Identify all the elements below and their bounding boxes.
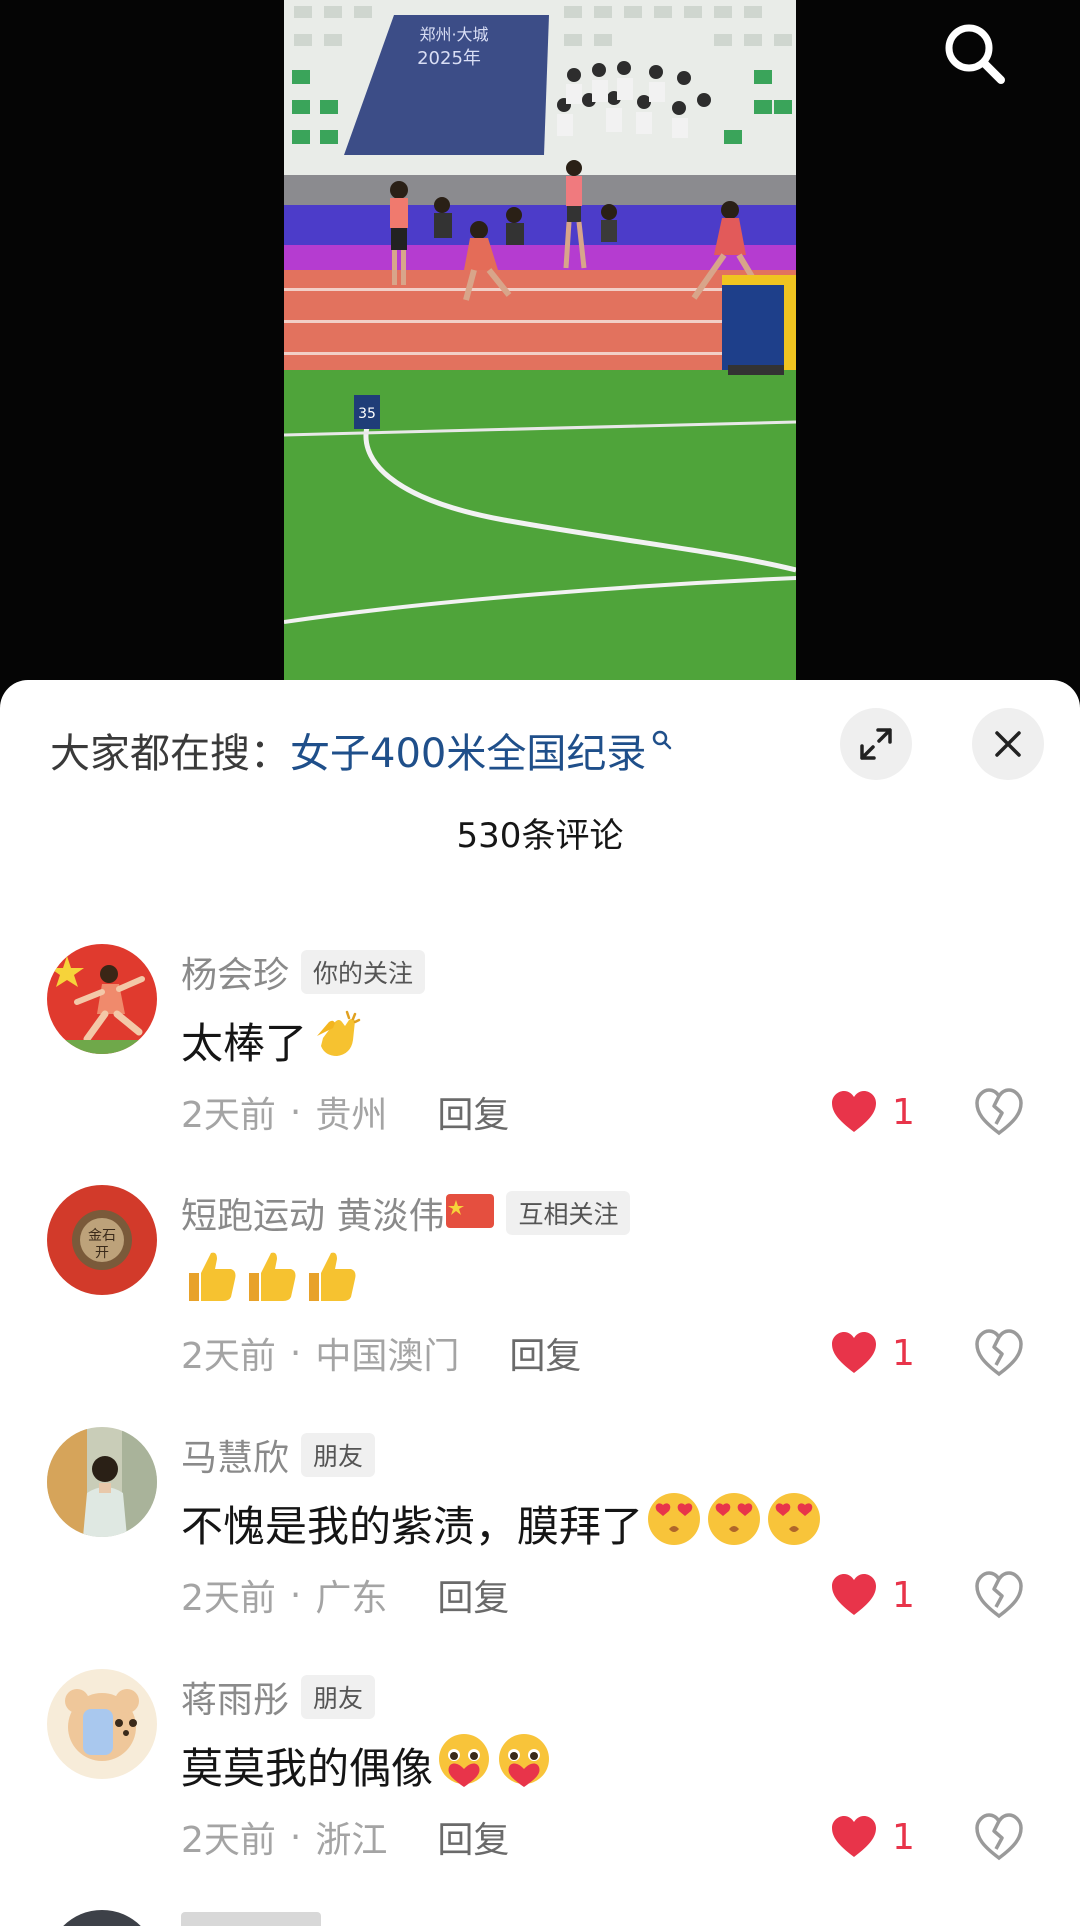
username[interactable]: 杨会珍 (181, 946, 289, 998)
thumbs-up-emoji (303, 1247, 361, 1315)
relationship-badge: 你的关注 (301, 950, 426, 994)
relationship-badge: 朋友 (301, 1433, 376, 1477)
avatar[interactable] (47, 1910, 157, 1926)
trending-search-icon (650, 716, 674, 762)
username[interactable]: 蒋雨彤 (181, 1671, 289, 1723)
heart-icon (832, 1574, 876, 1615)
broken-heart-icon (975, 1329, 1023, 1377)
dislike-button[interactable] (973, 1327, 1025, 1379)
avatar[interactable] (47, 944, 157, 1054)
broken-heart-icon (975, 1088, 1023, 1136)
comment-location: 浙江 (315, 1820, 388, 1861)
comment-count: 530条评论 (456, 816, 624, 856)
comment-text (181, 1251, 361, 1311)
like-count: 1 (892, 1816, 915, 1858)
reply-button[interactable]: 回复 (437, 1811, 509, 1863)
trending-search[interactable]: 大家都在搜： 女子400米全国纪录 (50, 720, 674, 780)
comment-time: 2天前 (181, 1095, 276, 1136)
comment-location: 贵州 (315, 1095, 388, 1136)
banner-text-1: 郑州·大城 (419, 25, 488, 44)
thumbs-up-emoji (183, 1247, 241, 1315)
comment-sheet: 大家都在搜： 女子400米全国纪录 530条评论 杨会珍 你的关注 太棒了 2天… (0, 680, 1080, 1926)
close-icon (995, 731, 1021, 757)
username[interactable]: 短跑运动 黄淡伟 (181, 1187, 444, 1239)
comment-text-content: 太棒了 (181, 1018, 308, 1068)
comment-time: 2天前 (181, 1820, 276, 1861)
like-count: 1 (892, 1091, 915, 1133)
comment-time: 2天前 (181, 1336, 276, 1377)
like-count: 1 (892, 1574, 915, 1616)
username[interactable]: 马慧欣 (181, 1429, 289, 1481)
heart-icon (832, 1332, 876, 1373)
separator-dot: · (289, 1574, 302, 1616)
comment-location: 广东 (315, 1578, 388, 1619)
separator-dot: · (289, 1091, 302, 1133)
comment-text-content: 莫莫我的偶像 (181, 1743, 434, 1793)
like-button[interactable]: 1 (830, 1569, 915, 1621)
pleading-heart-emoji (495, 1731, 553, 1799)
close-button[interactable] (972, 708, 1044, 780)
dislike-button[interactable] (973, 1086, 1025, 1138)
heart-icon (832, 1816, 876, 1857)
svg-text:开: 开 (95, 1245, 109, 1261)
comment-location: 中国澳门 (315, 1336, 460, 1377)
search-button[interactable] (935, 14, 1015, 94)
reply-button[interactable]: 回复 (509, 1327, 581, 1379)
heart-eyes-emoji (765, 1489, 823, 1557)
heart-icon (832, 1091, 876, 1132)
like-button[interactable]: 1 (830, 1811, 915, 1863)
pleading-heart-emoji (435, 1731, 493, 1799)
relationship-badge: 互相关注 (506, 1191, 631, 1235)
comment-text-content: 不愧是我的紫渍，膜拜了 (181, 1501, 644, 1551)
broken-heart-icon (975, 1571, 1023, 1619)
video-frame[interactable]: 郑州·大城 2025年 35 (284, 0, 796, 700)
reply-button[interactable]: 回复 (437, 1086, 509, 1138)
like-count: 1 (892, 1332, 915, 1374)
comment-time: 2天前 (181, 1578, 276, 1619)
comment-item: 马慧欣 朋友 不愧是我的紫渍，膜拜了 2天前 · 广东 回复 1 (0, 1427, 1080, 1667)
comment-item: 杨会珍 你的关注 太棒了 2天前 · 贵州 回复 1 (0, 944, 1080, 1184)
comment-text: 太棒了 (181, 1010, 363, 1070)
dislike-button[interactable] (973, 1569, 1025, 1621)
relationship-badge: 朋友 (301, 1675, 376, 1719)
comment-item: 金石 开 短跑运动 黄淡伟 互相关注 2天前 · 中国澳门 回复 1 (0, 1185, 1080, 1425)
comment-text: 莫莫我的偶像 (181, 1734, 553, 1795)
trending-term-link[interactable]: 女子400米全国纪录 (290, 721, 646, 779)
avatar[interactable]: 金石 开 (47, 1185, 157, 1295)
search-icon (945, 24, 1005, 84)
separator-dot: · (289, 1816, 302, 1858)
username-placeholder (181, 1912, 321, 1926)
video-player[interactable]: 郑州·大城 2025年 35 (0, 0, 1080, 700)
expand-button[interactable] (840, 708, 912, 780)
china-flag-icon (446, 1194, 495, 1232)
trending-prefix: 大家都在搜： (50, 731, 290, 777)
like-button[interactable]: 1 (830, 1327, 915, 1379)
reply-button[interactable]: 回复 (437, 1569, 509, 1621)
dislike-button[interactable] (973, 1811, 1025, 1863)
comment-text: 不愧是我的紫渍，膜拜了 (181, 1493, 823, 1553)
heart-eyes-emoji (645, 1489, 703, 1557)
avatar[interactable] (47, 1669, 157, 1779)
svg-text:金石: 金石 (88, 1228, 116, 1244)
lane-marker-text: 35 (358, 406, 376, 422)
avatar[interactable] (47, 1427, 157, 1537)
clap-emoji (309, 1008, 363, 1072)
separator-dot: · (289, 1332, 302, 1374)
thumbs-up-emoji (243, 1247, 301, 1315)
broken-heart-icon (975, 1813, 1023, 1861)
like-button[interactable]: 1 (830, 1086, 915, 1138)
banner-text-2: 2025年 (417, 48, 481, 69)
comment-item: 蒋雨彤 朋友 莫莫我的偶像 2天前 · 浙江 回复 1 (0, 1669, 1080, 1909)
heart-eyes-emoji (705, 1489, 763, 1557)
expand-icon (860, 728, 892, 760)
